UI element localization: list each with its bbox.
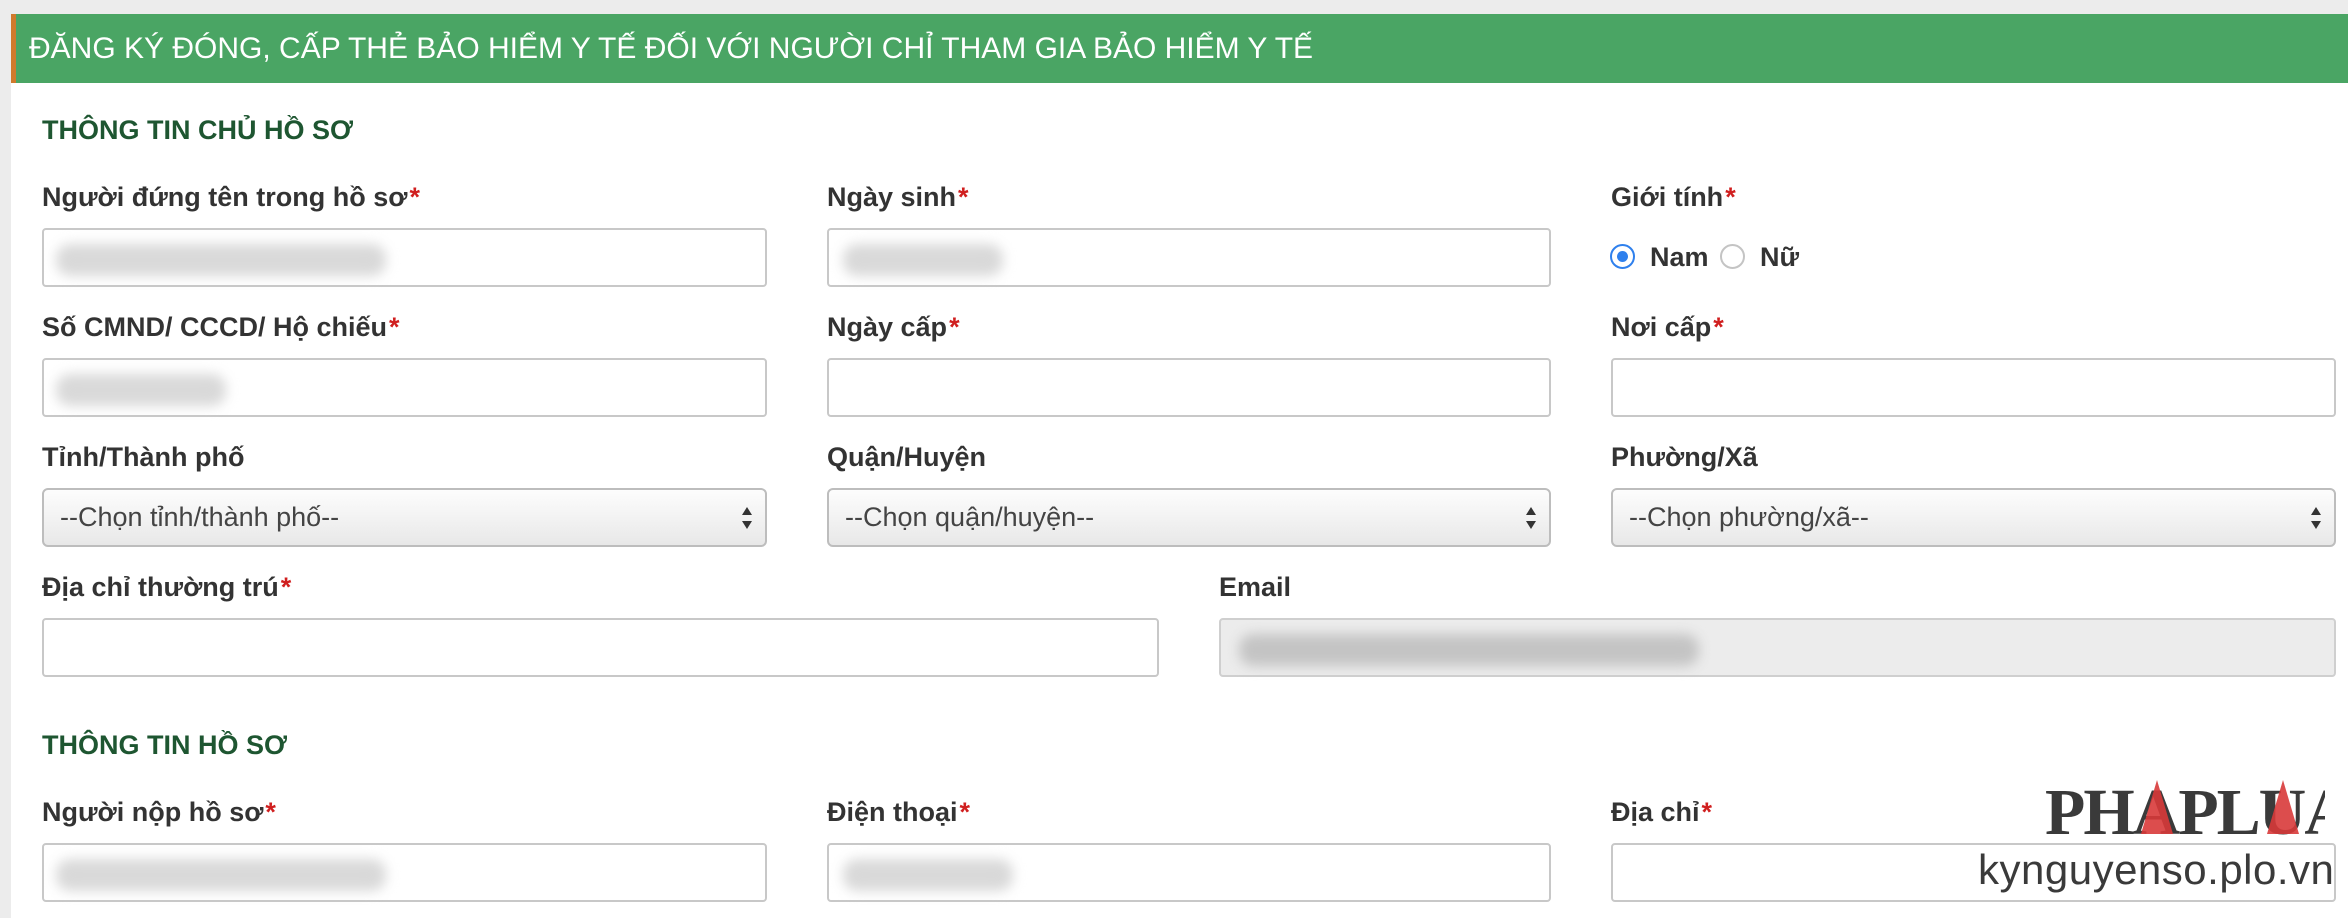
issue-date-label: Ngày cấp*: [827, 312, 960, 343]
registration-form-page: ĐĂNG KÝ ĐÓNG, CẤP THẺ BẢO HIỂM Y TẾ ĐỐI …: [0, 0, 2348, 918]
province-select-value: --Chọn tỉnh/thành phố--: [60, 502, 340, 532]
select-arrows-icon: [1526, 507, 1536, 529]
redacted-value: [843, 859, 1013, 891]
required-mark: *: [280, 572, 292, 602]
redacted-value: [56, 859, 386, 891]
gender-female-radio[interactable]: [1720, 244, 1745, 269]
phapluat-logo: PHAPLUAT: [2045, 776, 2325, 849]
email-input: [1219, 618, 2336, 677]
issue-place-label-text: Nơi cấp: [1611, 312, 1712, 342]
watermark-url: kynguyenso.plo.vn: [1978, 846, 2335, 893]
submitter-address-label: Địa chỉ*: [1611, 797, 1712, 828]
required-mark: *: [1713, 312, 1724, 342]
district-label: Quận/Huyện: [827, 442, 987, 472]
province-label: Tỉnh/Thành phố: [42, 442, 245, 472]
province-select[interactable]: --Chọn tỉnh/thành phố--: [42, 488, 767, 547]
phone-label: Điện thoại*: [827, 797, 970, 828]
gender-male-label[interactable]: Nam: [1650, 242, 1709, 273]
submitter-address-label-text: Địa chỉ: [1611, 797, 1700, 827]
submitter-name-label: Người nộp hồ sơ*: [42, 797, 276, 828]
issue-date-input[interactable]: [827, 358, 1551, 417]
required-mark: *: [949, 312, 960, 342]
gender-label: Giới tính*: [1611, 182, 1736, 213]
full-name-label-text: Người đứng tên trong hồ sơ: [42, 182, 408, 212]
select-arrows-icon: [742, 507, 752, 529]
redacted-value: [1239, 634, 1699, 666]
ward-select-value: --Chọn phường/xã--: [1629, 502, 1869, 532]
required-mark: *: [959, 797, 971, 827]
redacted-value: [56, 374, 226, 406]
form-header: ĐĂNG KÝ ĐÓNG, CẤP THẺ BẢO HIỂM Y TẾ ĐỐI …: [11, 14, 2348, 83]
required-mark: *: [958, 182, 969, 212]
permanent-address-input[interactable]: [42, 618, 1159, 677]
gender-label-text: Giới tính: [1611, 182, 1724, 212]
gender-male-radio[interactable]: [1610, 244, 1635, 269]
top-border: [0, 0, 2348, 14]
full-name-input[interactable]: [42, 228, 767, 287]
gender-female-label[interactable]: Nữ: [1760, 242, 1799, 273]
left-border: [0, 0, 11, 918]
redacted-value: [56, 244, 386, 276]
section-title-file-info: THÔNG TIN HỒ SƠ: [42, 730, 288, 760]
id-number-label-text: Số CMND/ CCCD/ Hộ chiếu: [42, 312, 388, 342]
dob-label-text: Ngày sinh: [827, 182, 957, 212]
district-select-value: --Chọn quận/huyện--: [845, 502, 1095, 532]
issue-place-label: Nơi cấp*: [1611, 312, 1724, 343]
section-title-owner-info: THÔNG TIN CHỦ HỒ SƠ: [42, 115, 354, 145]
full-name-label: Người đứng tên trong hồ sơ*: [42, 182, 420, 213]
required-mark: *: [409, 182, 420, 212]
submitter-name-label-text: Người nộp hồ sơ: [42, 797, 264, 827]
permanent-address-label-text: Địa chỉ thường trú: [42, 572, 279, 602]
phone-input[interactable]: [827, 843, 1551, 902]
id-number-input[interactable]: [42, 358, 767, 417]
redacted-value: [843, 244, 1003, 276]
required-mark: *: [1701, 797, 1713, 827]
select-arrows-icon: [2311, 507, 2321, 529]
required-mark: *: [389, 312, 400, 342]
ward-label: Phường/Xã: [1611, 442, 1758, 472]
dob-label: Ngày sinh*: [827, 182, 969, 213]
issue-date-label-text: Ngày cấp: [827, 312, 948, 342]
required-mark: *: [1725, 182, 1736, 212]
ward-select[interactable]: --Chọn phường/xã--: [1611, 488, 2336, 547]
issue-place-input[interactable]: [1611, 358, 2336, 417]
email-label: Email: [1219, 572, 1292, 602]
permanent-address-label: Địa chỉ thường trú*: [42, 572, 291, 603]
submitter-name-input[interactable]: [42, 843, 767, 902]
district-select[interactable]: --Chọn quận/huyện--: [827, 488, 1551, 547]
required-mark: *: [265, 797, 276, 827]
dob-input[interactable]: [827, 228, 1551, 287]
id-number-label: Số CMND/ CCCD/ Hộ chiếu*: [42, 312, 400, 343]
phone-label-text: Điện thoại: [827, 797, 958, 827]
